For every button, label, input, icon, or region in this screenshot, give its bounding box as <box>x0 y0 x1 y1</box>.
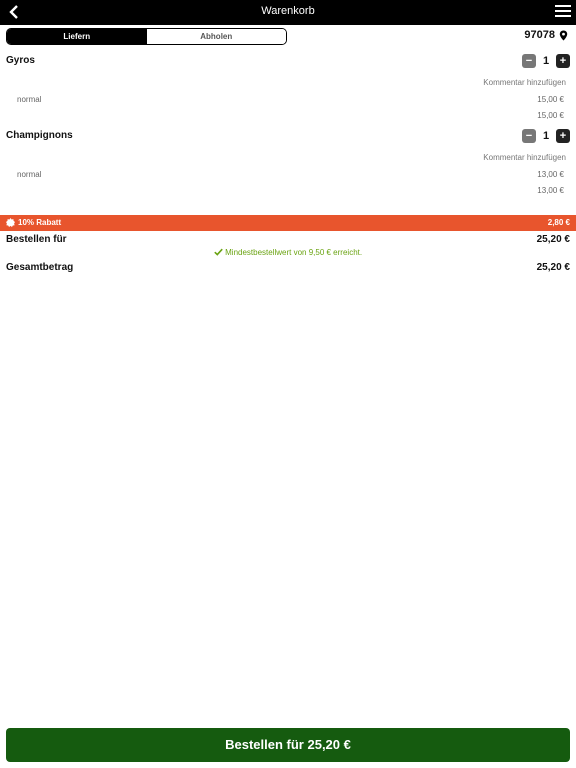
add-comment-link[interactable]: Kommentar hinzufügen <box>483 153 566 162</box>
order-for-row: Bestellen für 25,20 € <box>6 234 570 245</box>
tab-liefern[interactable]: Liefern <box>7 29 147 44</box>
discount-banner: 10% Rabatt 2,80 € <box>0 215 576 231</box>
increase-quantity-button[interactable]: + <box>556 129 570 143</box>
quantity-value: 1 <box>542 130 550 142</box>
total-row: Gesamtbetrag 25,20 € <box>6 262 570 273</box>
item-total: 13,00 € <box>537 186 564 195</box>
place-order-button[interactable]: Bestellen für 25,20 € <box>6 728 570 762</box>
hamburger-menu-icon[interactable] <box>555 5 571 19</box>
cart-item-name: Gyros <box>6 55 35 66</box>
add-comment-link[interactable]: Kommentar hinzufügen <box>483 78 566 87</box>
discount-amount: 2,80 € <box>547 218 570 227</box>
quantity-value: 1 <box>542 55 550 67</box>
location-zip[interactable]: 97078 <box>524 29 568 41</box>
order-for-label: Bestellen für <box>6 234 67 245</box>
decrease-quantity-button[interactable]: − <box>522 54 536 68</box>
min-order-text: Mindestbestellwert von 9,50 € erreicht. <box>225 248 363 257</box>
total-label: Gesamtbetrag <box>6 262 74 273</box>
tab-abholen[interactable]: Abholen <box>146 29 286 44</box>
increase-quantity-button[interactable]: + <box>556 54 570 68</box>
item-total: 15,00 € <box>537 111 564 120</box>
decrease-quantity-button[interactable]: − <box>522 129 536 143</box>
cart-item-name: Champignons <box>6 130 73 141</box>
page-title: Warenkorb <box>261 5 315 17</box>
item-variant: normal <box>17 170 42 179</box>
quantity-stepper: − 1 + <box>522 129 570 143</box>
item-variant: normal <box>17 95 42 104</box>
discount-label: 10% Rabatt <box>18 218 62 227</box>
total-value: 25,20 € <box>536 262 570 273</box>
order-for-value: 25,20 € <box>536 234 570 245</box>
location-pin-icon <box>559 30 568 40</box>
delivery-mode-toggle: Liefern Abholen <box>6 28 287 45</box>
zip-code: 97078 <box>524 29 555 41</box>
min-order-note: Mindestbestellwert von 9,50 € erreicht. <box>0 248 576 257</box>
check-icon <box>214 248 223 256</box>
discount-badge-icon <box>6 218 15 227</box>
variant-price: 13,00 € <box>537 170 564 179</box>
top-bar: Warenkorb <box>0 0 576 25</box>
quantity-stepper: − 1 + <box>522 54 570 68</box>
variant-price: 15,00 € <box>537 95 564 104</box>
